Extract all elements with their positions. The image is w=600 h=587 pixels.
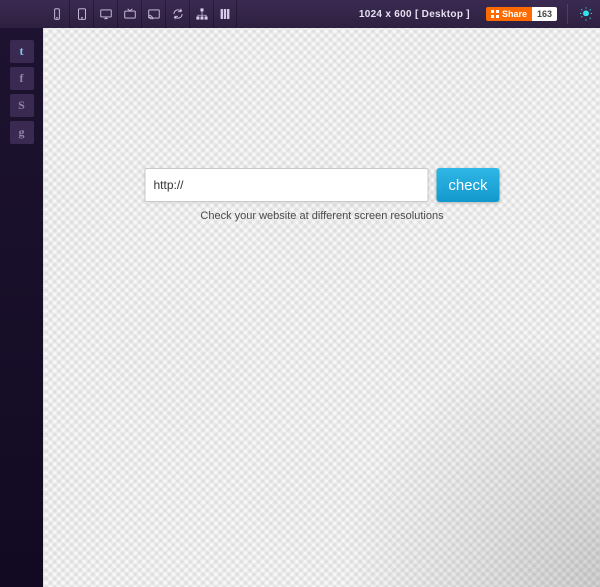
check-button[interactable]: check <box>436 168 499 202</box>
topbar-divider <box>567 4 568 24</box>
lightbulb-icon[interactable] <box>572 0 600 28</box>
social-buttons: t f S g <box>10 40 34 144</box>
url-form: check Check your website at different sc… <box>145 168 500 222</box>
twitter-icon[interactable]: t <box>10 40 34 63</box>
share-label: Share <box>502 9 527 19</box>
google-plus-icon[interactable]: g <box>10 121 34 144</box>
phone-icon[interactable] <box>45 0 69 28</box>
topbar: 1024 x 600 [ Desktop ] Share 163 <box>0 0 600 28</box>
facebook-icon[interactable]: f <box>10 67 34 90</box>
columns-icon[interactable] <box>213 0 237 28</box>
tagline: Check your website at different screen r… <box>200 210 443 222</box>
main: t f S g check Check your website at diff… <box>0 28 600 587</box>
topbar-spacer <box>237 0 349 28</box>
logo-slot <box>0 0 43 28</box>
resolution-text: 1024 x 600 [ Desktop ] <box>359 9 470 20</box>
share-widget: Share 163 <box>480 0 563 28</box>
share-count: 163 <box>532 7 557 21</box>
resolution-label: 1024 x 600 [ Desktop ] <box>349 0 480 28</box>
share-button[interactable]: Share <box>486 7 532 21</box>
sitemap-icon[interactable] <box>189 0 213 28</box>
device-mode-toolbar <box>43 0 237 28</box>
refresh-icon[interactable] <box>165 0 189 28</box>
cast-icon[interactable] <box>141 0 165 28</box>
plus-icon <box>491 10 499 18</box>
tablet-icon[interactable] <box>69 0 93 28</box>
sidebar: t f S g <box>0 28 43 587</box>
skype-icon[interactable]: S <box>10 94 34 117</box>
url-input[interactable] <box>145 168 429 202</box>
preview-canvas: check Check your website at different sc… <box>43 28 600 587</box>
tv-icon[interactable] <box>117 0 141 28</box>
desktop-icon[interactable] <box>93 0 117 28</box>
